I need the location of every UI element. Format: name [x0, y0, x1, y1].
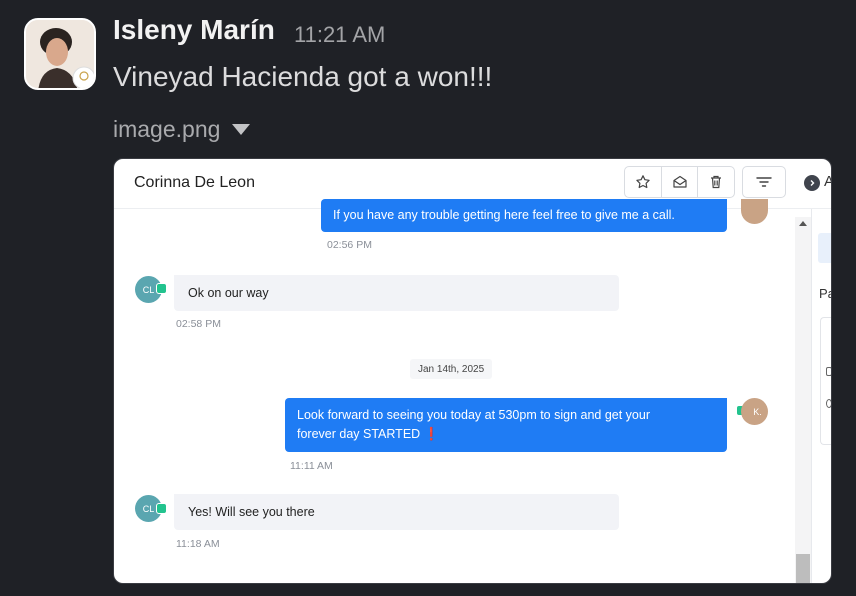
- sms-channel-icon: [156, 503, 167, 514]
- header-action-group: [624, 166, 735, 198]
- filter-icon: [756, 177, 772, 187]
- message-timestamp: 02:58 PM: [176, 318, 221, 330]
- contact-avatar: K.: [741, 398, 768, 425]
- mail-open-icon: [672, 175, 687, 188]
- star-icon: [636, 175, 650, 189]
- message-timestamp: 02:56 PM: [327, 239, 372, 251]
- author-avatar[interactable]: [24, 18, 96, 90]
- side-panel-divider: [811, 209, 812, 583]
- trash-icon: [711, 175, 722, 189]
- mark-read-button[interactable]: [662, 167, 699, 197]
- inbound-message: Yes! Will see you there: [174, 494, 619, 530]
- phone-icon: [826, 367, 831, 376]
- message-text: Ok on our way: [188, 286, 269, 300]
- author-name[interactable]: Isleny Marín: [113, 14, 275, 46]
- attachment-image[interactable]: Corinna De Leon A Pa If you have an: [113, 158, 832, 584]
- message-timestamp[interactable]: 11:21 AM: [294, 22, 385, 48]
- chevron-right-icon[interactable]: [804, 175, 820, 191]
- date-divider: Jan 14th, 2025: [410, 359, 493, 379]
- message-line: Look forward to seeing you today at 530p…: [297, 408, 651, 422]
- message-text: Yes! Will see you there: [188, 505, 315, 519]
- contact-name: Corinna De Leon: [134, 174, 255, 191]
- location-icon: [826, 399, 831, 408]
- attachment-filename[interactable]: image.png: [113, 116, 220, 143]
- scroll-up-arrow-icon[interactable]: [799, 221, 807, 226]
- scrollbar-thumb[interactable]: [796, 554, 810, 583]
- attachment-header: image.png: [113, 116, 251, 143]
- message-timestamp: 11:11 AM: [290, 460, 333, 472]
- side-panel-tab-label[interactable]: A: [824, 173, 831, 190]
- filter-button[interactable]: [742, 166, 786, 198]
- message-text: Vineyad Hacienda got a won!!!: [113, 61, 493, 92]
- scrollbar[interactable]: [795, 217, 811, 583]
- side-panel-label: Pa: [819, 286, 831, 301]
- outbound-message: Look forward to seeing you today at 530p…: [285, 398, 727, 452]
- avatar-initials: CL: [142, 284, 155, 295]
- avatar-initials: CL: [142, 503, 155, 514]
- message-text: If you have any trouble getting here fee…: [333, 208, 675, 222]
- sms-channel-icon: [156, 283, 167, 294]
- delete-button[interactable]: [698, 167, 734, 197]
- outbound-message: If you have any trouble getting here fee…: [321, 199, 727, 232]
- message-line: forever day STARTED ❗: [297, 427, 440, 441]
- side-panel-box: [820, 317, 831, 445]
- caret-down-icon[interactable]: [232, 124, 251, 135]
- inbound-message: Ok on our way: [174, 275, 619, 311]
- contact-avatar: [741, 199, 768, 224]
- avatar-initials: K.: [753, 406, 762, 417]
- message-timestamp: 11:18 AM: [176, 538, 220, 550]
- side-panel-highlight: [818, 233, 831, 263]
- star-button[interactable]: [625, 167, 662, 197]
